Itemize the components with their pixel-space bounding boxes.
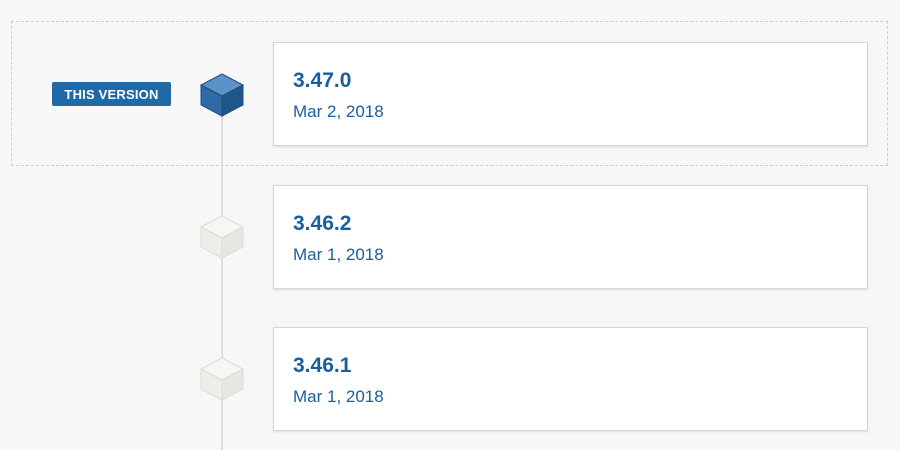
cube-icon xyxy=(199,71,245,117)
version-number[interactable]: 3.46.2 xyxy=(293,212,867,236)
cube-icon xyxy=(199,355,245,401)
version-card[interactable]: 3.46.2 Mar 1, 2018 xyxy=(273,185,868,289)
version-card[interactable]: 3.47.0 Mar 2, 2018 xyxy=(273,42,868,146)
version-date: Mar 1, 2018 xyxy=(293,387,384,406)
version-date: Mar 2, 2018 xyxy=(293,102,384,121)
version-number[interactable]: 3.47.0 xyxy=(293,69,867,93)
this-version-badge: THIS VERSION xyxy=(52,82,171,106)
version-number[interactable]: 3.46.1 xyxy=(293,354,867,378)
cube-icon xyxy=(199,213,245,259)
version-card[interactable]: 3.46.1 Mar 1, 2018 xyxy=(273,327,868,431)
version-date: Mar 1, 2018 xyxy=(293,245,384,264)
version-history-timeline: THIS VERSION 3.47.0 Mar 2, 2018 3.46.2 M… xyxy=(0,0,900,450)
